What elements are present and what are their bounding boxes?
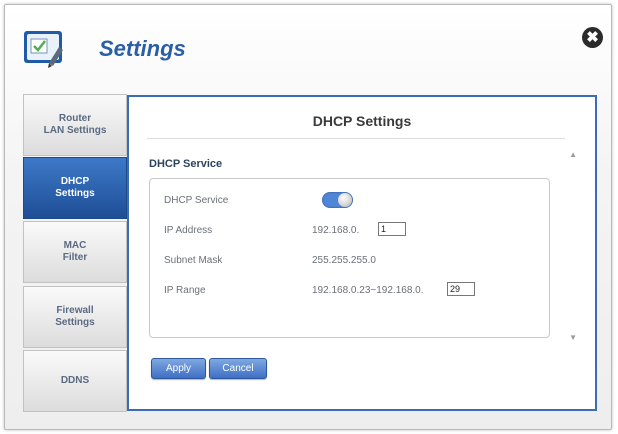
cancel-button[interactable]: Cancel	[209, 358, 267, 379]
dialog-title: Settings	[99, 36, 186, 61]
ip-range-label: IP Range	[164, 285, 206, 296]
settings-checklist-icon	[24, 31, 63, 68]
subnet-mask-label: Subnet Mask	[164, 255, 223, 266]
sidebar-item-router-lan-settings[interactable]: Router LAN Settings	[23, 94, 127, 156]
sidebar-item-dhcp-settings[interactable]: DHCP Settings	[23, 157, 127, 219]
dhcp-service-toggle[interactable]	[322, 192, 353, 208]
close-icon: ✖	[586, 29, 599, 46]
title-divider	[147, 138, 565, 139]
toggle-knob	[338, 193, 352, 207]
ip-range-row: IP Range 192.168.0.23~192.168.0.	[150, 282, 549, 302]
dhcp-service-fieldset: DHCP Service IP Address 192.168.0. Subne…	[149, 178, 550, 338]
sidebar-item-label: DHCP Settings	[55, 176, 95, 199]
dhcp-service-label: DHCP Service	[164, 195, 229, 206]
ip-address-field[interactable]	[378, 222, 406, 236]
ip-range-prefix: 192.168.0.23~192.168.0.	[312, 285, 424, 296]
ip-address-label: IP Address	[164, 225, 213, 236]
main-panel: DHCP Settings ▲ ▼ DHCP Service DHCP Serv…	[127, 95, 597, 411]
close-button[interactable]: ✖	[582, 27, 603, 48]
sidebar-item-ddns[interactable]: DDNS	[23, 350, 127, 412]
page-title: DHCP Settings	[312, 113, 412, 129]
sidebar-item-label: DDNS	[60, 375, 90, 386]
settings-sidebar: Router LAN Settings DHCP Settings MAC Fi…	[23, 94, 127, 412]
ip-address-prefix: 192.168.0.	[312, 225, 360, 236]
sidebar-item-label: Router LAN Settings	[43, 113, 107, 136]
subnet-mask-row: Subnet Mask 255.255.255.0	[150, 252, 549, 272]
apply-button[interactable]: Apply	[151, 358, 206, 379]
sidebar-item-label: MAC Filter	[62, 240, 88, 263]
sidebar-item-label: Firewall Settings	[55, 305, 95, 328]
ip-range-field[interactable]	[447, 282, 475, 296]
dhcp-service-row: DHCP Service	[150, 192, 549, 212]
ip-address-row: IP Address 192.168.0.	[150, 222, 549, 242]
sidebar-item-firewall-settings[interactable]: Firewall Settings	[23, 286, 127, 348]
scroll-up-arrow[interactable]: ▲	[569, 150, 577, 159]
subnet-mask-value: 255.255.255.0	[312, 255, 376, 266]
sidebar-item-mac-filter[interactable]: MAC Filter	[23, 221, 127, 283]
scroll-down-arrow[interactable]: ▼	[569, 333, 577, 342]
section-title: DHCP Service	[149, 158, 223, 170]
dialog-header: Settings ✖	[5, 5, 611, 93]
